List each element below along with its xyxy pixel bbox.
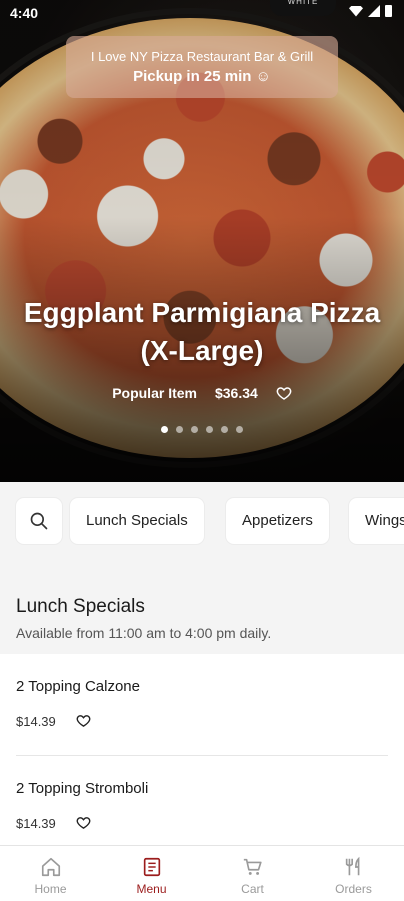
carousel-dot[interactable] [176,426,183,433]
restaurant-info-pill[interactable]: I Love NY Pizza Restaurant Bar & Grill P… [66,36,338,98]
tab-appetizers[interactable]: Appetizers [226,498,329,544]
carousel-dot[interactable] [161,426,168,433]
featured-price: $36.34 [214,385,258,401]
item-price: $14.39 [16,714,56,729]
search-button[interactable] [16,498,62,544]
battery-icon [385,5,392,17]
carousel-dot[interactable] [236,426,243,433]
featured-item-meta: Popular Item $36.34 [0,385,404,401]
carousel-dot[interactable] [191,426,198,433]
menu-icon [143,857,160,877]
smile-icon: ☺ [255,68,271,85]
list-item[interactable]: 2 Topping Calzone $14.39 [0,654,404,756]
nav-cart[interactable]: Cart [202,846,303,901]
item-price: $14.39 [16,816,56,831]
tab-wings[interactable]: Wings [349,498,404,544]
nav-menu[interactable]: Menu [101,846,202,901]
nav-home[interactable]: Home [0,846,101,901]
category-tabs: Lunch Specials Appetizers Wings [0,482,404,562]
carousel-dot[interactable] [206,426,213,433]
bottom-nav: Home Menu Cart Orders [0,845,404,901]
item-name: 2 Topping Stromboli [16,780,149,797]
status-bar: 4:40 [0,0,404,26]
wifi-icon [349,5,363,17]
restaurant-name: I Love NY Pizza Restaurant Bar & Grill [90,49,314,64]
list-item[interactable]: 2 Topping Stromboli $14.39 [0,756,404,858]
nav-orders[interactable]: Orders [303,846,404,901]
signal-icon [368,5,380,17]
item-name: 2 Topping Calzone [16,678,140,695]
section-title: Lunch Specials [16,596,145,617]
hero-carousel[interactable]: WHITE 4:40 I Love NY Pizza Restaurant Ba… [0,0,404,482]
featured-item-title[interactable]: Eggplant Parmigiana Pizza (X-Large) [20,294,384,370]
orders-icon [345,856,359,876]
search-icon [30,512,48,530]
section-header: Lunch Specials Available from 11:00 am t… [0,562,404,654]
pickup-time: Pickup in 25 min ☺ [133,68,271,85]
status-time: 4:40 [10,5,39,21]
heart-icon[interactable] [76,713,91,728]
cart-icon [243,858,262,875]
popular-badge: Popular Item [112,385,197,401]
menu-items-list: 2 Topping Calzone $14.39 2 Topping Strom… [0,654,404,848]
heart-icon[interactable] [276,385,292,401]
carousel-dot[interactable] [221,426,228,433]
carousel-dots [0,426,404,433]
home-icon [41,857,60,877]
tab-lunch-specials[interactable]: Lunch Specials [70,498,204,544]
section-subtitle: Available from 11:00 am to 4:00 pm daily… [16,625,272,641]
heart-icon[interactable] [76,815,91,830]
